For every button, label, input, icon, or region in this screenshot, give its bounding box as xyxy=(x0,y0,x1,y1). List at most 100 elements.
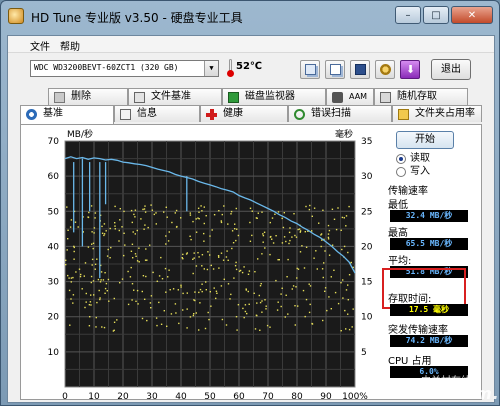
access-time-point xyxy=(145,248,147,250)
access-time-point xyxy=(121,278,124,280)
app-window: HD Tune 专业版 v3.50 - 硬盘专业工具 – □ ✕ 文件 帮助 W… xyxy=(0,0,500,406)
title-bar[interactable]: HD Tune 专业版 v3.50 - 硬盘专业工具 – □ ✕ xyxy=(1,1,499,33)
tab-erase[interactable]: 删除 xyxy=(48,88,128,105)
access-time-point xyxy=(198,291,200,294)
access-time-point xyxy=(303,267,306,269)
access-time-point xyxy=(230,213,232,215)
access-time-point xyxy=(124,244,126,246)
access-time-point xyxy=(235,239,237,242)
access-time-point xyxy=(242,307,244,310)
tab-folder-usage[interactable]: 文件夹占用率 xyxy=(392,105,482,122)
access-time-point xyxy=(326,309,328,312)
access-time-point xyxy=(197,252,199,254)
access-time-point xyxy=(299,251,302,253)
min-label: 最低 xyxy=(388,200,408,211)
tab-aam[interactable]: AAM xyxy=(326,88,374,105)
access-time-point xyxy=(109,257,111,259)
start-button[interactable]: 开始 xyxy=(396,131,454,149)
access-time-point xyxy=(147,226,149,229)
close-button[interactable]: ✕ xyxy=(451,6,493,24)
health-cross-icon xyxy=(206,109,217,120)
window-title: HD Tune 专业版 v3.50 - 硬盘专业工具 xyxy=(31,11,243,25)
access-time-point xyxy=(299,231,301,233)
access-time-point xyxy=(180,286,182,288)
minimize-button[interactable]: – xyxy=(395,6,421,24)
read-radio[interactable]: 读取 xyxy=(396,153,430,165)
copy-button[interactable] xyxy=(300,60,320,79)
tab-health[interactable]: 健康 xyxy=(200,105,288,122)
access-time-point xyxy=(92,280,95,282)
access-time-point xyxy=(293,213,295,215)
tab-random-access-label: 随机存取 xyxy=(397,91,437,102)
file-benchmark-icon xyxy=(134,92,145,103)
access-time-point xyxy=(254,328,257,330)
save-button[interactable] xyxy=(350,60,370,79)
access-time-point xyxy=(85,292,87,295)
access-time-point xyxy=(103,234,105,237)
tab-random-access[interactable]: 随机存取 xyxy=(374,88,468,105)
chevron-down-icon[interactable]: ▼ xyxy=(204,61,218,76)
access-time-point xyxy=(72,294,75,296)
access-time-point xyxy=(73,245,75,248)
access-time-point xyxy=(260,283,262,285)
drive-select[interactable]: WDC WD3200BEVT-60ZCT1 (320 GB) ▼ xyxy=(30,60,219,77)
erase-icon xyxy=(54,92,65,103)
access-time-point xyxy=(66,249,68,251)
access-time-point xyxy=(328,229,331,232)
access-time-point xyxy=(80,273,82,276)
access-time-point xyxy=(73,258,75,260)
y-left-axis-label: MB/秒 xyxy=(67,128,93,140)
tab-file-benchmark[interactable]: 文件基准 xyxy=(128,88,222,105)
access-time-point xyxy=(142,208,144,211)
access-time-point xyxy=(257,212,259,214)
tab-disk-monitor[interactable]: 磁盘监视器 xyxy=(222,88,326,105)
exit-button[interactable]: 退出 xyxy=(431,59,471,80)
access-time-point xyxy=(235,207,237,210)
access-time-point xyxy=(269,326,271,328)
write-radio[interactable]: 写入 xyxy=(396,166,430,178)
access-time-point xyxy=(249,207,252,209)
access-time-point xyxy=(158,275,161,277)
copy-text-button[interactable] xyxy=(325,60,345,79)
access-time-point xyxy=(131,243,134,245)
menu-file[interactable]: 文件 xyxy=(30,38,50,53)
y-left-tick-label: 40 xyxy=(48,242,60,252)
access-time-point xyxy=(231,230,234,232)
access-time-point xyxy=(344,309,346,312)
access-time-point xyxy=(269,253,271,256)
access-time-point xyxy=(294,324,296,326)
access-time-point xyxy=(321,268,324,270)
access-time-point xyxy=(203,222,205,225)
access-time-point xyxy=(78,268,81,270)
access-time-point xyxy=(226,250,228,252)
access-time-point xyxy=(233,277,235,279)
tab-info[interactable]: 信息 xyxy=(114,105,200,122)
access-time-point xyxy=(136,260,139,262)
access-time-point xyxy=(296,267,298,270)
access-time-point xyxy=(295,286,297,288)
maximize-button[interactable]: □ xyxy=(423,6,449,24)
tab-benchmark[interactable]: 基准 xyxy=(20,105,114,124)
access-time-point xyxy=(186,292,188,294)
access-time-point xyxy=(81,288,83,290)
menu-help[interactable]: 帮助 xyxy=(60,38,80,53)
access-time-point xyxy=(256,302,258,304)
access-time-point xyxy=(304,231,306,233)
access-time-point xyxy=(343,245,346,248)
access-time-point xyxy=(342,279,344,281)
tab-folder-usage-label: 文件夹占用率 xyxy=(415,108,475,119)
access-time-point xyxy=(94,217,96,219)
access-time-point xyxy=(351,326,353,328)
window-controls: – □ ✕ xyxy=(395,6,493,24)
options-button[interactable] xyxy=(375,60,395,79)
access-time-point xyxy=(118,240,120,242)
access-time-point xyxy=(289,227,291,229)
download-button[interactable]: ⬇ xyxy=(400,60,420,79)
access-time-point xyxy=(199,302,201,304)
access-time-point xyxy=(347,284,349,286)
access-time-point xyxy=(229,298,231,300)
tab-error-scan[interactable]: 错误扫描 xyxy=(288,105,392,122)
access-time-point xyxy=(342,297,344,299)
access-time-point xyxy=(189,212,191,214)
access-time-label: 存取时间: xyxy=(388,294,432,305)
